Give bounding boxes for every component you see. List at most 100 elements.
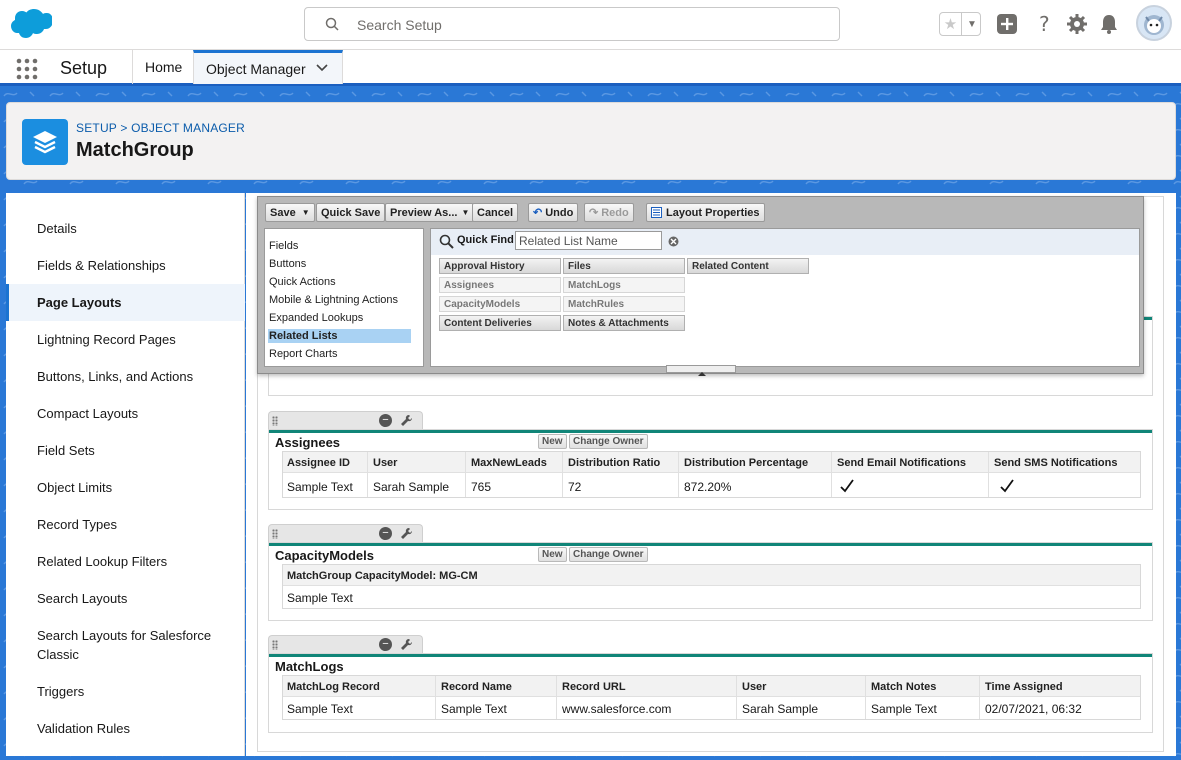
drag-handle-icon[interactable]	[272, 640, 278, 650]
column-header: Record URL	[562, 681, 626, 693]
preview-as-button[interactable]: Preview As... ▼	[385, 203, 475, 222]
palette-category-fields[interactable]: Fields	[268, 239, 418, 253]
palette-item-matchrules[interactable]: MatchRules	[563, 296, 685, 312]
section-drag-tab[interactable]: −	[268, 635, 423, 653]
new-button[interactable]: New	[538, 547, 567, 562]
quick-save-button[interactable]: Quick Save	[316, 203, 386, 222]
column-divider	[988, 452, 989, 497]
section-drag-tab[interactable]: −	[268, 524, 423, 542]
global-actions-add-icon[interactable]	[996, 13, 1018, 35]
global-search-input[interactable]: Search Setup	[304, 7, 840, 41]
section-drag-tab[interactable]: −	[268, 411, 423, 429]
astro-avatar-icon	[1144, 15, 1164, 35]
cancel-button[interactable]: Cancel	[472, 203, 519, 222]
redo-button[interactable]: ↷ Redo	[584, 203, 634, 222]
favorites-dropdown-icon[interactable]: ▼	[964, 15, 980, 33]
sidebar-item-related-lookup-filters[interactable]: Related Lookup Filters	[6, 552, 245, 571]
drag-handle-icon[interactable]	[272, 416, 278, 426]
sidebar-item-search-layouts[interactable]: Search Layouts	[6, 589, 245, 608]
palette-item-capacitymodels[interactable]: CapacityModels	[439, 296, 561, 312]
table-cell: www.salesforce.com	[562, 702, 672, 716]
sidebar-item-details[interactable]: Details	[6, 219, 245, 238]
palette-item-approval-history[interactable]: Approval History	[439, 258, 561, 274]
palette-collapse-handle[interactable]	[666, 365, 736, 376]
table-cell: 765	[471, 480, 492, 494]
undo-label: Undo	[545, 206, 574, 219]
sidebar-item-record-types[interactable]: Record Types	[6, 515, 245, 534]
sidebar-item-object-limits[interactable]: Object Limits	[6, 478, 245, 497]
page-title: MatchGroup	[76, 139, 194, 161]
palette-category-mobile-lightning-actions[interactable]: Mobile & Lightning Actions	[268, 293, 418, 307]
column-header: Match Notes	[871, 681, 937, 693]
palette-item-assignees[interactable]: Assignees	[439, 277, 561, 293]
wrench-icon[interactable]	[399, 414, 413, 428]
sidebar-item-search-layouts-classic[interactable]: Search Layouts for Salesforce Classic	[6, 626, 236, 664]
drag-handle-icon[interactable]	[272, 529, 278, 539]
palette-item-notes-attachments[interactable]: Notes & Attachments	[563, 315, 685, 331]
section-accent-bar	[269, 430, 1152, 433]
search-placeholder: Search Setup	[357, 17, 442, 33]
sidebar-item-compact-layouts[interactable]: Compact Layouts	[6, 404, 245, 423]
help-icon[interactable]: ?	[1034, 13, 1056, 35]
save-dropdown-icon[interactable]: ▼	[302, 208, 310, 217]
tab-object-manager-label: Object Manager	[206, 60, 306, 77]
new-button[interactable]: New	[538, 434, 567, 449]
palette-category-quick-actions[interactable]: Quick Actions	[268, 275, 418, 289]
favorite-star-icon[interactable]: ★	[940, 13, 962, 35]
column-header: User	[742, 681, 767, 693]
remove-section-icon[interactable]: −	[379, 414, 392, 427]
undo-button[interactable]: ↶ Undo	[528, 203, 579, 222]
column-header: Record Name	[441, 681, 512, 693]
column-header: Send Email Notifications	[837, 457, 966, 469]
layout-properties-button[interactable]: Layout Properties	[646, 203, 765, 222]
setup-gear-icon[interactable]	[1066, 13, 1088, 35]
svg-text:?: ?	[1039, 13, 1050, 35]
change-owner-button[interactable]: Change Owner	[569, 434, 648, 449]
app-launcher-icon[interactable]	[16, 58, 38, 80]
favorites-control[interactable]: ★ ▼	[939, 12, 981, 36]
global-header: Search Setup ★ ▼ ?	[0, 0, 1181, 50]
quick-find-input[interactable]: Related List Name	[515, 231, 662, 250]
breadcrumb-setup-link[interactable]: SETUP	[76, 121, 117, 135]
sidebar-item-validation-rules[interactable]: Validation Rules	[6, 719, 245, 738]
sidebar-item-page-layouts[interactable]: Page Layouts	[6, 284, 245, 321]
palette-category-buttons[interactable]: Buttons	[268, 257, 418, 271]
sidebar-item-buttons-links-actions[interactable]: Buttons, Links, and Actions	[6, 367, 245, 386]
palette-category-related-lists[interactable]: Related Lists	[268, 329, 411, 343]
column-divider	[736, 676, 737, 719]
user-avatar[interactable]	[1136, 5, 1172, 41]
remove-section-icon[interactable]: −	[379, 527, 392, 540]
wrench-icon[interactable]	[399, 527, 413, 541]
sidebar-item-field-sets[interactable]: Field Sets	[6, 441, 245, 460]
chevron-down-icon[interactable]	[316, 63, 328, 73]
table-cell: 02/07/2021, 06:32	[985, 702, 1082, 716]
column-header: MatchLog Record	[287, 681, 380, 693]
palette-item-files[interactable]: Files	[563, 258, 685, 274]
related-list-assignees: Assignees New Change Owner Assignee ID U…	[268, 429, 1153, 510]
palette-category-report-charts[interactable]: Report Charts	[268, 347, 418, 361]
sidebar-item-triggers[interactable]: Triggers	[6, 682, 245, 701]
checkmark-icon	[840, 479, 854, 493]
table-cell: 72	[568, 480, 582, 494]
related-list-matchlogs: MatchLogs MatchLog Record Record Name Re…	[268, 653, 1153, 733]
notifications-bell-icon[interactable]	[1098, 13, 1120, 35]
palette-item-related-content[interactable]: Related Content	[687, 258, 809, 274]
column-header: User	[373, 457, 398, 469]
app-name: Setup	[60, 58, 108, 78]
tab-home[interactable]: Home	[132, 50, 193, 84]
palette-item-matchlogs[interactable]: MatchLogs	[563, 277, 685, 293]
change-owner-button[interactable]: Change Owner	[569, 547, 648, 562]
related-list-table: Assignee ID User MaxNewLeads Distributio…	[282, 451, 1141, 498]
palette-item-content-deliveries[interactable]: Content Deliveries	[439, 315, 561, 331]
layout-palette: Save ▼ Quick Save Preview As... ▼ Cancel ↶…	[257, 196, 1144, 376]
sidebar-item-lightning-record-pages[interactable]: Lightning Record Pages	[6, 330, 245, 349]
salesforce-logo[interactable]	[8, 8, 52, 40]
remove-section-icon[interactable]: −	[379, 638, 392, 651]
tab-object-manager[interactable]: Object Manager	[193, 50, 343, 84]
clear-search-icon[interactable]	[668, 236, 679, 247]
sidebar-item-fields-relationships[interactable]: Fields & Relationships	[6, 256, 245, 275]
wrench-icon[interactable]	[399, 638, 413, 652]
save-button[interactable]: Save ▼	[265, 203, 315, 222]
palette-category-expanded-lookups[interactable]: Expanded Lookups	[268, 311, 418, 325]
breadcrumb-object-manager-link[interactable]: OBJECT MANAGER	[131, 121, 245, 135]
